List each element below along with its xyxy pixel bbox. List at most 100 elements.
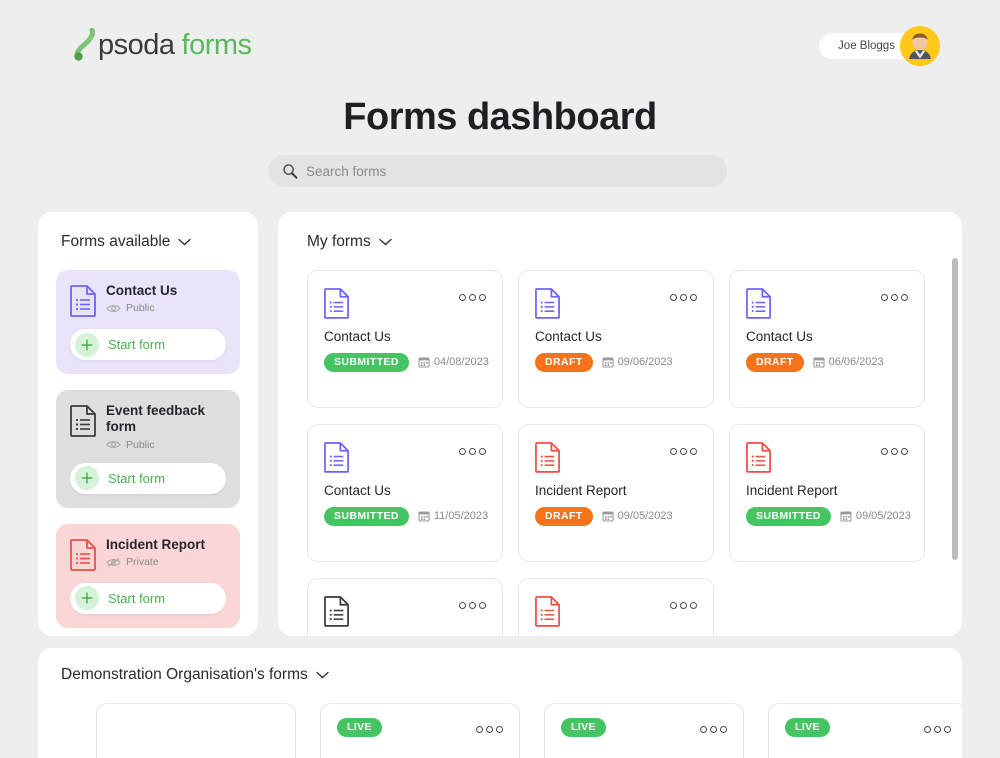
form-date: 04/08/2023 [433,356,489,369]
more-options-icon[interactable] [670,602,697,609]
org-form-card[interactable] [96,703,296,758]
more-options-icon[interactable] [670,294,697,301]
start-form-button[interactable]: Start form [70,462,226,494]
more-options-icon[interactable] [700,726,727,733]
dot [479,602,486,609]
start-form-label: Start form [108,470,166,486]
more-options-icon[interactable] [459,294,486,301]
document-list-icon [70,539,96,571]
my-form-card[interactable]: Incident Report DRAFT 09/05/2023 [518,424,714,562]
dot [710,726,717,733]
logo-text-forms: forms [181,28,253,61]
status-badge: DRAFT [535,507,593,526]
forms-available-header[interactable]: Forms available [38,212,258,251]
avatar[interactable] [900,26,940,66]
my-forms-scrollbar[interactable] [952,258,958,560]
status-badge: LIVE [561,718,606,737]
eye-icon [106,441,121,449]
date-wrap: 06/06/2023 [813,356,884,368]
form-name: Contact Us [324,329,391,344]
user-name-label: Joe Bloggs [838,40,895,52]
card-top [746,440,908,473]
search-bar[interactable] [268,155,727,187]
dot [934,726,941,733]
card-meta: DRAFT 09/06/2023 [535,353,697,372]
status-badge: SUBMITTED [324,507,409,526]
visibility-label: Public [126,438,155,451]
my-form-card[interactable]: Contact Us SUBMITTED 04/08/2023 [307,270,503,408]
my-form-card[interactable]: Contact Us DRAFT 09/06/2023 [518,270,714,408]
calendar-icon [418,511,430,522]
forms-dashboard-page: psoda forms Joe Bloggs Forms dashboard S… [0,0,1000,758]
form-name: Incident Report [746,483,838,498]
panel-gap-spacer [0,636,1000,648]
org-forms-panel: Demonstration Organisation's forms LIVE L… [38,648,962,758]
org-form-card[interactable]: LIVE [768,703,962,758]
my-form-card[interactable]: Contact Us DRAFT 06/06/2023 [729,270,925,408]
document-list-icon [746,288,771,319]
card-meta: SUBMITTED 11/05/2023 [324,507,489,526]
dot [469,294,476,301]
dot [459,448,466,455]
form-name: Contact Us [746,329,813,344]
visibility-row: Public [106,302,177,314]
calendar-icon [602,357,614,368]
more-options-icon[interactable] [881,448,908,455]
my-forms-header[interactable]: My forms [278,212,962,251]
org-forms-header[interactable]: Demonstration Organisation's forms [38,648,962,684]
form-date: 06/06/2023 [828,356,884,369]
form-name: Contact Us [324,483,391,498]
more-options-icon[interactable] [881,294,908,301]
document-list-icon [70,285,96,317]
dot [496,726,503,733]
chevron-down-icon[interactable] [316,671,329,679]
card-top [746,286,908,319]
logo-text-psoda: psoda [98,28,175,61]
chevron-down-icon[interactable] [178,238,192,246]
dot [720,726,727,733]
search-input[interactable] [306,163,713,179]
card-meta: DRAFT 06/06/2023 [746,353,908,372]
form-date: 11/05/2023 [433,510,489,523]
org-form-card[interactable]: LIVE [320,703,520,758]
more-options-icon[interactable] [459,448,486,455]
dot [901,294,908,301]
dot [924,726,931,733]
my-form-card[interactable]: Contact Us SUBMITTED 11/05/2023 [307,424,503,562]
my-form-card[interactable] [307,578,503,636]
calendar-icon [813,357,825,368]
start-form-button[interactable]: Start form [70,582,226,614]
chevron-down-icon[interactable] [379,238,392,246]
available-form-card[interactable]: Event feedback form Public Start form [56,390,240,508]
plus-icon [75,586,99,611]
my-forms-panel: My forms Contact Us SUBMITTED 04/08/2023 Co… [278,212,962,636]
more-options-icon[interactable] [670,448,697,455]
my-forms-title: My forms [307,233,371,250]
my-form-card[interactable] [518,578,714,636]
status-badge: SUBMITTED [746,507,831,526]
available-card-top: Event feedback form Public [70,403,226,451]
more-options-icon[interactable] [459,602,486,609]
date-wrap: 04/08/2023 [418,356,489,368]
more-options-icon[interactable] [476,726,503,733]
card-top [535,440,697,473]
dot [670,602,677,609]
available-form-name: Event feedback form [106,403,206,435]
org-form-card[interactable]: LIVE [544,703,744,758]
more-options-icon[interactable] [924,726,951,733]
dot [690,448,697,455]
forms-available-list: Contact Us Public Start form Event feedback… [38,270,258,636]
plus-icon [75,332,99,357]
card-top [324,440,486,473]
card-top [535,594,697,627]
available-form-card[interactable]: Contact Us Public Start form [56,270,240,374]
date-wrap: 09/06/2023 [602,356,673,368]
my-form-card[interactable]: Incident Report SUBMITTED 09/05/2023 [729,424,925,562]
page-title: Forms dashboard [343,96,657,138]
dot [690,294,697,301]
available-form-card[interactable]: Incident Report Private Start form [56,523,240,628]
forms-available-panel: Forms available Contact Us Public Start fo… [38,212,258,636]
available-card-info: Incident Report Private [106,537,205,568]
dot [670,448,677,455]
start-form-button[interactable]: Start form [70,329,226,360]
